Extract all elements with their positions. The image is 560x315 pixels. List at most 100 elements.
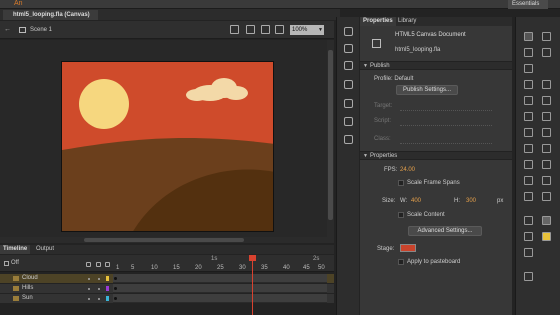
layer-color-swatch[interactable] bbox=[106, 296, 109, 301]
layer-color-swatch[interactable] bbox=[106, 286, 109, 291]
3d-rotation-tool-icon[interactable] bbox=[542, 48, 551, 57]
tab-output[interactable]: Output bbox=[33, 245, 57, 254]
layer-name[interactable]: Hills bbox=[0, 284, 112, 293]
snap-to-objects-icon[interactable] bbox=[524, 272, 533, 281]
document-tab[interactable]: html5_looping.fla (Canvas) bbox=[3, 10, 98, 20]
lock-dot-icon[interactable] bbox=[98, 288, 100, 290]
camera-tool-icon[interactable] bbox=[542, 176, 551, 185]
selection-tool-icon[interactable] bbox=[524, 32, 533, 41]
line-tool-icon[interactable] bbox=[524, 96, 533, 105]
bone-tool-icon[interactable] bbox=[524, 144, 533, 153]
edit-symbols-icon[interactable] bbox=[230, 25, 239, 34]
timeline-header: Off 1s 2s 1 5 10 15 20 25 30 35 40 45 50 bbox=[0, 255, 334, 272]
swatches-panel-icon[interactable] bbox=[344, 44, 353, 53]
layer-color-swatch[interactable] bbox=[106, 276, 109, 281]
lock-dot-icon[interactable] bbox=[98, 278, 100, 280]
canvas-vertical-scrollbar[interactable] bbox=[327, 40, 334, 243]
info-panel-icon[interactable] bbox=[344, 80, 353, 89]
stroke-swatch-icon[interactable] bbox=[542, 216, 551, 225]
target-select[interactable] bbox=[400, 103, 492, 111]
onion-skin-off[interactable]: Off bbox=[4, 259, 19, 268]
ruler-second-marker: 1s bbox=[211, 256, 218, 262]
outline-icon[interactable] bbox=[105, 262, 110, 267]
playhead[interactable] bbox=[252, 255, 253, 315]
section-title: Publish bbox=[369, 63, 390, 69]
advanced-settings-button[interactable]: Advanced Settings... bbox=[408, 226, 482, 236]
tab-timeline[interactable]: Timeline bbox=[0, 245, 31, 254]
rectangle-tool-icon[interactable] bbox=[542, 96, 551, 105]
stage-color-swatch[interactable] bbox=[400, 244, 416, 252]
fill-color-icon[interactable] bbox=[524, 232, 533, 241]
align-panel-icon[interactable] bbox=[344, 61, 353, 70]
profile-value: Default bbox=[394, 76, 414, 82]
stroke-color-icon[interactable] bbox=[524, 216, 533, 225]
layer-row-hills[interactable]: Hills bbox=[0, 284, 334, 293]
visibility-dot-icon[interactable] bbox=[88, 288, 90, 290]
hand-tool-icon[interactable] bbox=[524, 192, 533, 201]
paint-brush-tool-icon[interactable] bbox=[542, 128, 551, 137]
keyframe-icon[interactable] bbox=[114, 277, 117, 280]
stage-area[interactable] bbox=[0, 40, 328, 241]
off-label: Off bbox=[11, 260, 19, 266]
lasso-tool-icon[interactable] bbox=[524, 64, 533, 73]
free-transform-tool-icon[interactable] bbox=[524, 48, 533, 57]
subselection-tool-icon[interactable] bbox=[542, 32, 551, 41]
lock-dot-icon[interactable] bbox=[98, 298, 100, 300]
tab-library[interactable]: Library bbox=[395, 17, 419, 26]
eyedropper-tool-icon[interactable] bbox=[524, 160, 533, 169]
apply-to-pasteboard-checkbox[interactable] bbox=[398, 259, 404, 265]
app-logo: An bbox=[14, 0, 23, 7]
frame-number: 10 bbox=[151, 265, 158, 271]
brush-tool-icon[interactable] bbox=[524, 128, 533, 137]
eye-icon[interactable] bbox=[86, 262, 91, 267]
center-stage-icon[interactable] bbox=[246, 25, 255, 34]
zoom-tool-icon[interactable] bbox=[542, 192, 551, 201]
eraser-tool-icon[interactable] bbox=[542, 160, 551, 169]
scale-frame-spans-checkbox[interactable] bbox=[398, 180, 404, 186]
keyframe-icon[interactable] bbox=[114, 297, 117, 300]
text-tool-icon[interactable] bbox=[542, 80, 551, 89]
stage-artboard[interactable] bbox=[61, 61, 274, 232]
visibility-dot-icon[interactable] bbox=[88, 278, 90, 280]
width-tool-icon[interactable] bbox=[524, 176, 533, 185]
color-panel-icon[interactable] bbox=[344, 27, 353, 36]
layer-frames[interactable] bbox=[113, 284, 327, 293]
height-value[interactable]: 300 bbox=[466, 198, 476, 204]
layer-row-sun[interactable]: Sun bbox=[0, 294, 334, 303]
pencil-tool-icon[interactable] bbox=[542, 112, 551, 121]
scrollbar-thumb[interactable] bbox=[84, 238, 244, 242]
keyframe-icon[interactable] bbox=[114, 287, 117, 290]
motion-presets-icon[interactable] bbox=[344, 135, 353, 144]
zoom-select[interactable]: 100% ▼ bbox=[290, 25, 324, 35]
swap-colors-icon[interactable] bbox=[524, 248, 533, 257]
back-arrow-icon[interactable]: ← bbox=[4, 26, 12, 34]
properties-section-header[interactable]: ▼ Properties bbox=[360, 151, 512, 160]
scrollbar-thumb[interactable] bbox=[328, 50, 333, 220]
layer-row-cloud[interactable]: Cloud bbox=[0, 274, 334, 283]
paint-bucket-tool-icon[interactable] bbox=[542, 144, 551, 153]
class-field[interactable] bbox=[400, 136, 492, 144]
fps-value[interactable]: 24.00 bbox=[400, 167, 415, 173]
visibility-dot-icon[interactable] bbox=[88, 298, 90, 300]
layer-name[interactable]: Cloud bbox=[0, 274, 112, 283]
oval-tool-icon[interactable] bbox=[524, 112, 533, 121]
publish-section-header[interactable]: ▼ Publish bbox=[360, 61, 512, 70]
workspace-switcher[interactable]: Essentials bbox=[508, 0, 548, 9]
clip-content-icon[interactable] bbox=[261, 25, 270, 34]
script-select[interactable] bbox=[400, 118, 492, 126]
transform-panel-icon[interactable] bbox=[344, 99, 353, 108]
tab-properties[interactable]: Properties bbox=[360, 17, 396, 26]
width-label: W: bbox=[400, 198, 408, 204]
fit-in-window-icon[interactable] bbox=[275, 25, 284, 34]
width-value[interactable]: 400 bbox=[411, 198, 421, 204]
layer-frames[interactable] bbox=[113, 294, 327, 303]
publish-settings-button[interactable]: Publish Settings... bbox=[396, 85, 458, 95]
fill-swatch-icon[interactable] bbox=[542, 232, 551, 241]
canvas-horizontal-scrollbar[interactable] bbox=[0, 237, 327, 243]
pen-tool-icon[interactable] bbox=[524, 80, 533, 89]
layer-name[interactable]: Sun bbox=[0, 294, 112, 303]
lock-icon[interactable] bbox=[96, 262, 101, 267]
scale-content-checkbox[interactable] bbox=[398, 212, 404, 218]
layer-frames[interactable] bbox=[113, 274, 327, 283]
components-panel-icon[interactable] bbox=[344, 117, 353, 126]
